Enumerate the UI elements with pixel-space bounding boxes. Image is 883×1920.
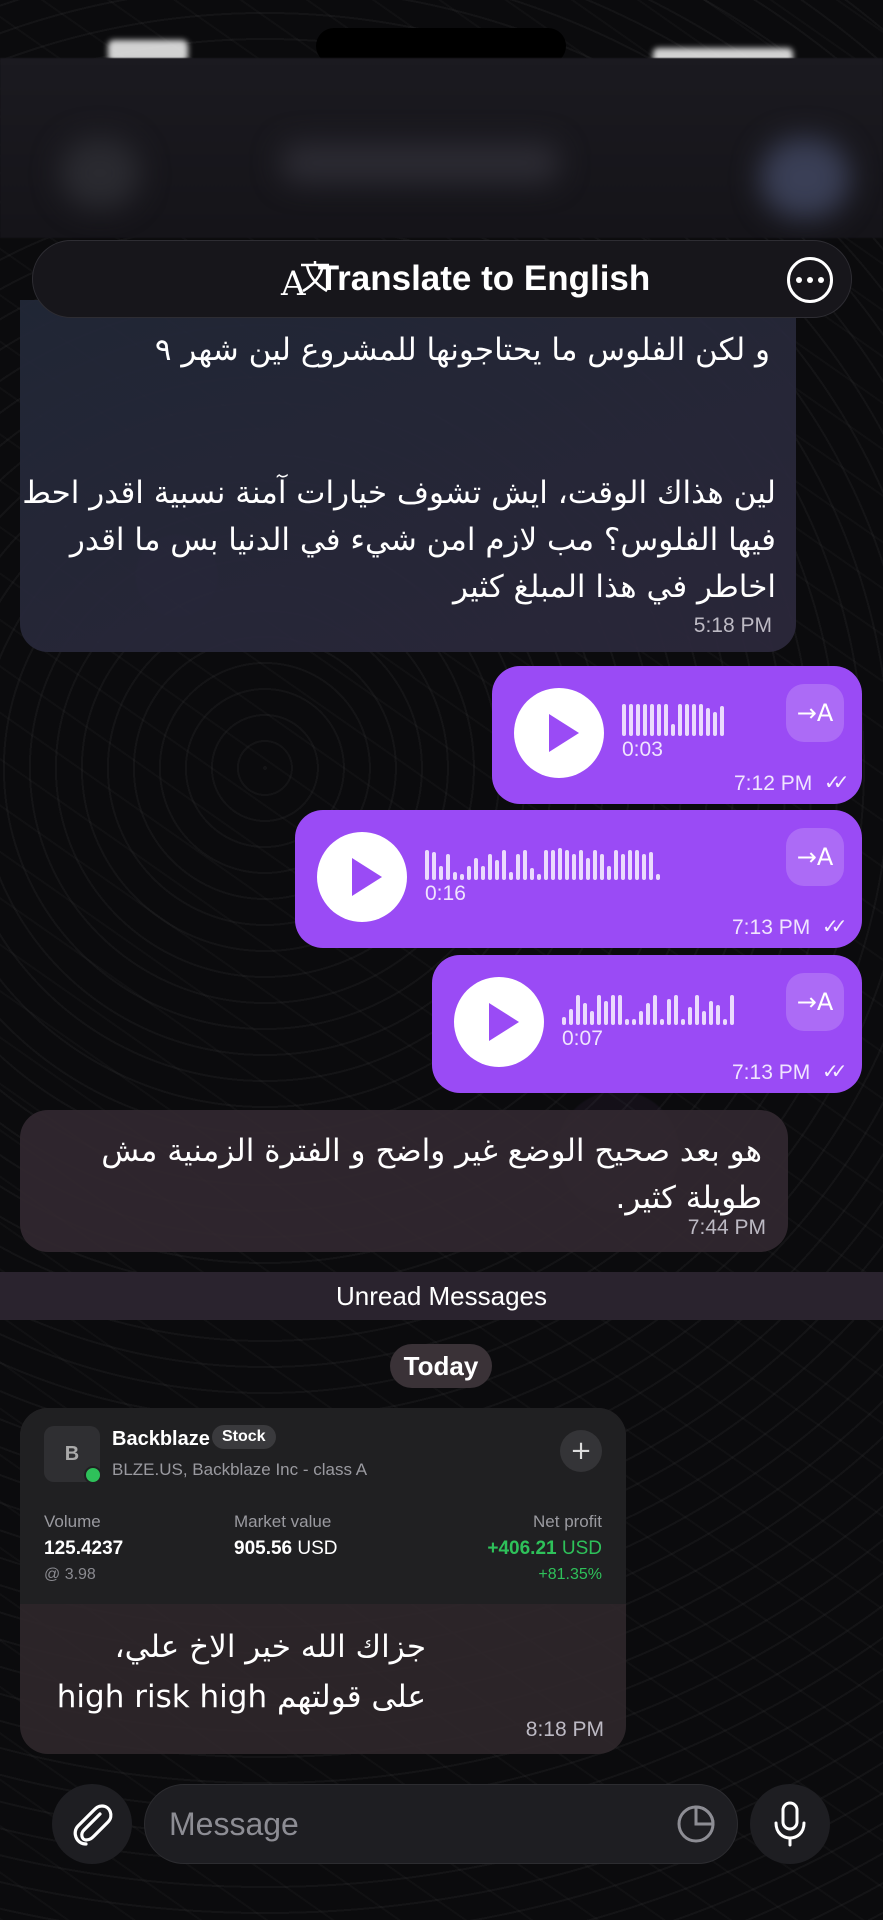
stock-subtitle: BLZE.US, Backblaze Inc - class A [112,1460,368,1479]
microphone-icon [774,1801,806,1847]
stock-badge: Stock [212,1425,276,1449]
net-profit-label: Net profit [533,1512,602,1531]
waveform [425,844,660,880]
attach-button[interactable] [52,1784,132,1864]
stock-name: Backblaze [112,1428,210,1450]
message-time: 8:18 PM [525,1718,604,1741]
play-icon[interactable] [454,977,544,1067]
market-value-label: Market value [234,1512,332,1531]
message-text: لين هذاك الوقت، ايش تشوف خيارات آمنة نسب… [22,475,776,605]
date-divider: Today [390,1344,492,1388]
net-profit-percent: +81.35% [538,1566,602,1583]
add-icon[interactable]: + [560,1430,602,1472]
status-bar [0,0,883,64]
message-text: جزاك الله خير الاخ علي، على قولتهم high … [56,1629,426,1715]
message-input[interactable] [169,1799,639,1849]
stock-card[interactable]: B Backblaze Stock BLZE.US, Backblaze Inc… [20,1408,626,1604]
voice-message[interactable]: 0:03 →A 7:12 PM ✓✓ [492,666,862,804]
message-time: 7:13 PM [732,916,811,939]
voice-duration: 0:07 [562,1027,603,1050]
volume-label: Volume [44,1512,101,1531]
play-icon[interactable] [317,832,407,922]
translate-voice-button[interactable]: →A [786,973,844,1031]
voice-message[interactable]: 0:07 →A 7:13 PM ✓✓ [432,955,862,1093]
avatar-blurred [760,138,850,218]
status-dot [84,1466,102,1484]
message-input-container[interactable] [144,1784,738,1864]
waveform [562,989,734,1025]
double-check-icon: ✓✓ [822,1059,847,1083]
message-time: 7:13 PM [732,1061,811,1084]
double-check-icon: ✓✓ [822,914,847,938]
translate-voice-button[interactable]: →A [786,684,844,742]
message-time: 7:12 PM [734,772,813,795]
message-text: هو بعد صحيح الوضع غير واضح و الفترة الزم… [101,1133,762,1216]
chat-title-blurred [280,143,560,183]
double-check-icon: ✓✓ [824,770,849,794]
net-profit-value: +406.21 USD [487,1538,602,1559]
message-time: 7:44 PM [687,1216,766,1239]
play-icon[interactable] [514,688,604,778]
volume-price: @ 3.98 [44,1566,96,1583]
translate-bar[interactable]: A Translate to English [32,240,852,318]
back-button-blurred [60,138,140,208]
incoming-message[interactable]: و لكن الفلوس ما يحتاجونها للمشروع لين شه… [20,300,796,652]
translate-label: Translate to English [317,259,651,298]
waveform [622,700,724,736]
paperclip-icon [73,1804,113,1846]
message-time: 5:18 PM [693,614,772,637]
voice-duration: 0:16 [425,882,466,905]
voice-message[interactable]: 0:16 →A 7:13 PM ✓✓ [295,810,862,948]
sticker-icon [677,1805,715,1843]
market-value: 905.56 USD [234,1538,338,1559]
message-text: و لكن الفلوس ما يحتاجونها للمشروع لين شه… [154,332,770,368]
voice-duration: 0:03 [622,738,663,761]
mic-button[interactable] [750,1784,830,1864]
translate-voice-button[interactable]: →A [786,828,844,886]
chat-header-blurred [0,58,883,238]
incoming-message[interactable]: هو بعد صحيح الوضع غير واضح و الفترة الزم… [20,1110,788,1252]
volume-value: 125.4237 [44,1538,124,1559]
more-icon[interactable] [787,257,833,303]
translate-icon: A [279,259,331,304]
svg-text:A: A [280,264,306,301]
unread-messages-divider: Unread Messages [0,1272,883,1320]
incoming-message-with-stock-card[interactable]: B Backblaze Stock BLZE.US, Backblaze Inc… [20,1408,626,1754]
